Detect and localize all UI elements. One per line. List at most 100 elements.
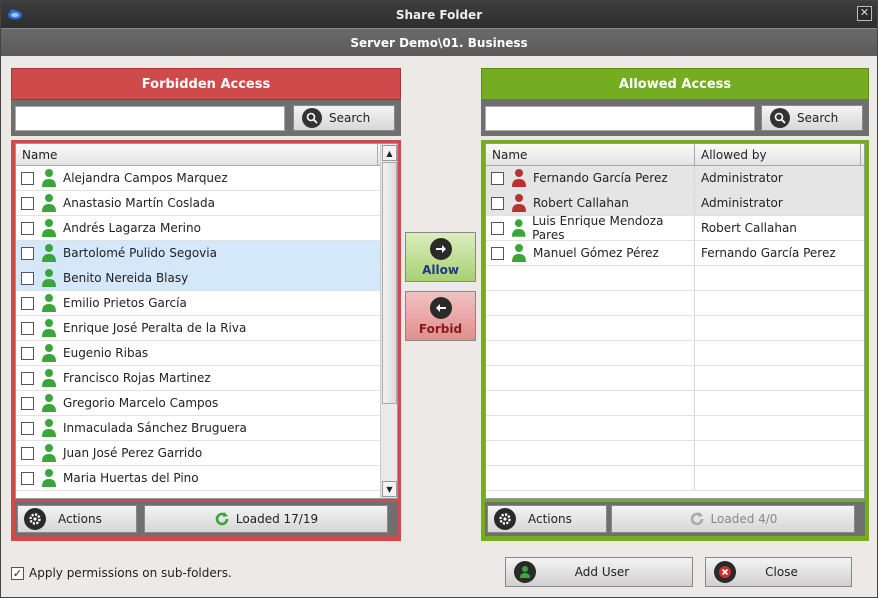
- forbidden-search-bar: Search: [11, 100, 401, 136]
- allowed-by: Robert Callahan: [701, 221, 797, 235]
- allowed-list-frame: Name Allowed by Fernando García Perez Adm…: [481, 140, 869, 541]
- allow-label: Allow: [422, 262, 459, 277]
- user-name: Manuel Gómez Pérez: [533, 246, 659, 260]
- table-row[interactable]: Juan José Perez Garrido: [16, 441, 397, 466]
- user-icon: [511, 219, 526, 237]
- user-icon: [42, 419, 56, 437]
- close-icon: [714, 561, 736, 583]
- row-checkbox[interactable]: [491, 246, 504, 260]
- table-row[interactable]: Anastasio Martín Coslada: [16, 191, 397, 216]
- refresh-icon: [690, 512, 703, 526]
- row-checkbox[interactable]: [491, 196, 504, 210]
- close-button[interactable]: Close: [705, 557, 852, 587]
- user-name: Andrés Lagarza Merino: [63, 221, 201, 235]
- allowed-users-grid: Name Allowed by Fernando García Perez Adm…: [485, 143, 865, 499]
- user-name: Luis Enrique Mendoza Pares: [532, 214, 664, 242]
- table-row[interactable]: Gregorio Marcelo Campos: [16, 391, 397, 416]
- table-row[interactable]: Benito Nereida Blasy: [16, 266, 397, 291]
- user-icon: [42, 369, 56, 387]
- table-row[interactable]: Luis Enrique Mendoza Pares Robert Callaha…: [486, 214, 864, 242]
- user-icon: [42, 169, 56, 187]
- row-checkbox[interactable]: [21, 346, 34, 360]
- user-name: Francisco Rojas Martinez: [63, 371, 211, 385]
- table-row[interactable]: Alejandra Campos Marquez: [16, 166, 397, 191]
- apply-subfolders-label: Apply permissions on sub-folders.: [29, 566, 232, 580]
- allowed-loaded-button[interactable]: Loaded 4/0: [611, 505, 855, 533]
- scroll-up-arrow[interactable]: ▲: [382, 145, 397, 161]
- row-checkbox[interactable]: [21, 171, 34, 185]
- row-checkbox[interactable]: [21, 321, 34, 335]
- add-user-button[interactable]: Add User: [505, 557, 693, 587]
- forbidden-search-button[interactable]: Search: [293, 105, 395, 131]
- add-user-label: Add User: [574, 565, 630, 579]
- scroll-down-arrow[interactable]: ▼: [382, 481, 397, 497]
- table-row[interactable]: Manuel Gómez Pérez Fernando García Perez: [486, 241, 864, 266]
- row-checkbox[interactable]: [491, 171, 504, 185]
- forbid-label: Forbid: [418, 321, 463, 336]
- column-header-allowed-by[interactable]: Allowed by: [695, 144, 861, 165]
- search-icon: [770, 108, 790, 128]
- allowed-footer: Actions Loaded 4/0: [485, 502, 865, 536]
- row-checkbox[interactable]: [21, 471, 34, 485]
- empty-row: [486, 316, 864, 341]
- row-checkbox[interactable]: [21, 371, 34, 385]
- forbidden-actions-button[interactable]: Actions: [17, 505, 137, 533]
- row-checkbox[interactable]: [21, 271, 34, 285]
- table-row[interactable]: Robert Callahan Administrator: [486, 191, 864, 216]
- user-name: Alejandra Campos Marquez: [63, 171, 228, 185]
- table-row[interactable]: Fernando García Perez Administrator: [486, 166, 864, 191]
- row-checkbox[interactable]: [21, 396, 34, 410]
- window-title: Share Folder: [395, 7, 483, 22]
- forbidden-loaded-button[interactable]: Loaded 17/19: [144, 505, 388, 533]
- empty-row: [486, 291, 864, 316]
- row-checkbox[interactable]: [21, 221, 34, 235]
- user-icon: [42, 444, 56, 462]
- allowed-search-input[interactable]: [485, 106, 755, 131]
- table-row[interactable]: Maria Huertas del Pino: [16, 466, 397, 491]
- apply-subfolders-option[interactable]: ✓ Apply permissions on sub-folders.: [11, 566, 232, 580]
- close-label: Close: [765, 565, 798, 579]
- forbidden-access-header: Forbidden Access: [11, 68, 401, 100]
- user-icon: [42, 469, 56, 487]
- allow-button[interactable]: Allow: [405, 232, 476, 282]
- user-icon: [42, 219, 56, 237]
- table-row[interactable]: Inmaculada Sánchez Bruguera: [16, 416, 397, 441]
- apply-subfolders-checkbox[interactable]: ✓: [11, 566, 24, 580]
- row-checkbox[interactable]: [491, 221, 504, 235]
- add-user-icon: [514, 561, 536, 583]
- allowed-access-header: Allowed Access: [481, 68, 869, 100]
- column-header-name[interactable]: Name: [486, 144, 695, 165]
- column-header-name[interactable]: Name: [16, 144, 378, 165]
- allowed-access-panel: Allowed Access Search Name Allowed by Fe…: [481, 68, 869, 541]
- table-row[interactable]: Andrés Lagarza Merino: [16, 216, 397, 241]
- row-checkbox[interactable]: [21, 421, 34, 435]
- gear-icon: [24, 508, 46, 530]
- allowed-actions-button[interactable]: Actions: [487, 505, 607, 533]
- forbidden-grid-header: Name: [16, 144, 397, 166]
- empty-row: [486, 341, 864, 366]
- user-name: Eugenio Ribas: [63, 346, 149, 360]
- row-checkbox[interactable]: [21, 246, 34, 260]
- row-checkbox[interactable]: [21, 446, 34, 460]
- empty-row: [486, 466, 864, 491]
- forbidden-scrollbar[interactable]: ▲ ▼: [380, 144, 397, 498]
- window-close-button[interactable]: ✕: [857, 6, 872, 21]
- user-icon: [42, 344, 56, 362]
- allowed-search-label: Search: [797, 111, 839, 125]
- user-icon: [42, 194, 56, 212]
- user-name: Anastasio Martín Coslada: [63, 196, 215, 210]
- table-row[interactable]: Emilio Prietos García: [16, 291, 397, 316]
- table-row[interactable]: Francisco Rojas Martinez: [16, 366, 397, 391]
- user-icon: [42, 294, 56, 312]
- table-row[interactable]: Eugenio Ribas: [16, 341, 397, 366]
- forbidden-search-input[interactable]: [15, 106, 285, 131]
- row-checkbox[interactable]: [21, 196, 34, 210]
- table-row[interactable]: Bartolomé Pulido Segovia: [16, 241, 397, 266]
- forbidden-access-title: Forbidden Access: [141, 76, 271, 92]
- allowed-search-button[interactable]: Search: [761, 105, 863, 131]
- table-row[interactable]: Enrique José Peralta de la Riva: [16, 316, 397, 341]
- share-folder-window: Share Folder ✕ Server Demo\01. Business …: [0, 0, 878, 598]
- row-checkbox[interactable]: [21, 296, 34, 310]
- forbid-button[interactable]: Forbid: [405, 291, 476, 341]
- scroll-thumb[interactable]: [382, 162, 397, 404]
